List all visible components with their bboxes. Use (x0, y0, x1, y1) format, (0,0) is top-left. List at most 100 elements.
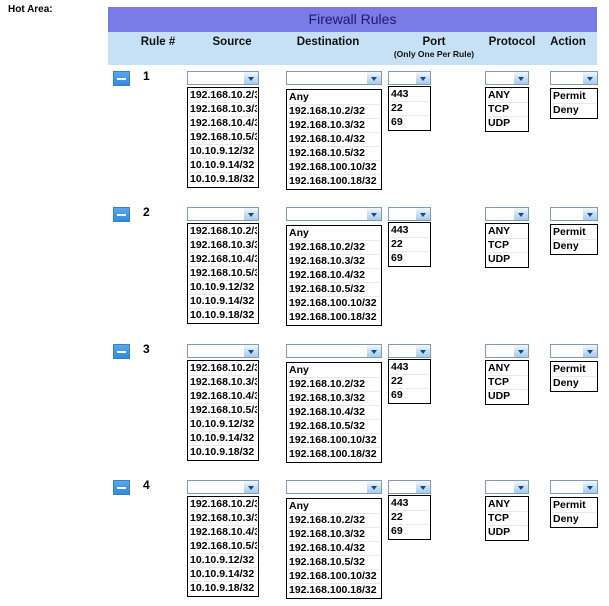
port-option[interactable]: 69 (390, 525, 429, 538)
destination-option[interactable]: 192.168.10.4/32 (288, 269, 380, 283)
destination-option[interactable]: 192.168.10.2/32 (288, 105, 380, 119)
destination-option[interactable]: 192.168.100.18/32 (288, 584, 380, 597)
source-option[interactable]: 192.168.10.3/32 (189, 512, 257, 526)
source-option[interactable]: 192.168.10.4/32 (189, 390, 257, 404)
action-option[interactable]: Permit (552, 499, 596, 513)
action-option[interactable]: Deny (552, 104, 596, 117)
destination-option[interactable]: 192.168.10.5/32 (288, 556, 380, 570)
protocol-option[interactable]: ANY (487, 498, 527, 512)
destination-option[interactable]: Any (288, 91, 380, 105)
chevron-down-icon[interactable] (415, 345, 430, 357)
destination-option[interactable]: 192.168.10.5/32 (288, 420, 380, 434)
port-option[interactable]: 443 (390, 497, 429, 511)
destination-option[interactable]: 192.168.10.4/32 (288, 406, 380, 420)
chevron-down-icon[interactable] (582, 208, 597, 220)
destination-option[interactable]: 192.168.10.5/32 (288, 283, 380, 297)
chevron-down-icon[interactable] (513, 72, 528, 84)
chevron-down-icon[interactable] (366, 72, 381, 84)
source-option[interactable]: 10.10.9.12/32 (189, 145, 257, 159)
source-option[interactable]: 10.10.9.18/32 (189, 446, 257, 459)
protocol-option[interactable]: UDP (487, 390, 527, 403)
destination-select[interactable] (286, 207, 382, 221)
chevron-down-icon[interactable] (415, 208, 430, 220)
source-option[interactable]: 10.10.9.14/32 (189, 432, 257, 446)
chevron-down-icon[interactable] (513, 345, 528, 357)
source-select[interactable] (187, 344, 259, 358)
port-select[interactable] (388, 480, 431, 494)
collapse-minus-icon[interactable] (113, 71, 130, 86)
destination-option[interactable]: 192.168.10.3/32 (288, 255, 380, 269)
chevron-down-icon[interactable] (582, 345, 597, 357)
chevron-down-icon[interactable] (243, 208, 258, 220)
port-option[interactable]: 443 (390, 88, 429, 102)
destination-option[interactable]: Any (288, 227, 380, 241)
source-option[interactable]: 192.168.10.5/32 (189, 131, 257, 145)
action-select[interactable] (550, 207, 598, 221)
protocol-select[interactable] (485, 344, 529, 358)
destination-option[interactable]: 192.168.100.10/32 (288, 570, 380, 584)
source-option[interactable]: 10.10.9.12/32 (189, 418, 257, 432)
port-select[interactable] (388, 207, 431, 221)
protocol-option[interactable]: ANY (487, 89, 527, 103)
destination-option[interactable]: 192.168.10.4/32 (288, 542, 380, 556)
source-select[interactable] (187, 207, 259, 221)
destination-select[interactable] (286, 480, 382, 494)
source-option[interactable]: 192.168.10.4/32 (189, 253, 257, 267)
destination-option[interactable]: 192.168.10.3/32 (288, 528, 380, 542)
destination-option[interactable]: 192.168.100.18/32 (288, 311, 380, 324)
action-option[interactable]: Permit (552, 90, 596, 104)
source-option[interactable]: 10.10.9.14/32 (189, 568, 257, 582)
collapse-minus-icon[interactable] (113, 480, 130, 495)
source-option[interactable]: 192.168.10.2/32 (189, 362, 257, 376)
destination-option[interactable]: 192.168.100.10/32 (288, 434, 380, 448)
source-option[interactable]: 10.10.9.18/32 (189, 309, 257, 322)
source-option[interactable]: 10.10.9.18/32 (189, 173, 257, 186)
destination-select[interactable] (286, 71, 382, 85)
source-option[interactable]: 10.10.9.18/32 (189, 582, 257, 595)
protocol-select[interactable] (485, 71, 529, 85)
destination-option[interactable]: Any (288, 364, 380, 378)
port-option[interactable]: 69 (390, 116, 429, 129)
source-option[interactable]: 192.168.10.5/32 (189, 404, 257, 418)
port-option[interactable]: 22 (390, 511, 429, 525)
chevron-down-icon[interactable] (243, 345, 258, 357)
chevron-down-icon[interactable] (415, 481, 430, 493)
destination-option[interactable]: 192.168.10.5/32 (288, 147, 380, 161)
source-option[interactable]: 192.168.10.5/32 (189, 267, 257, 281)
source-option[interactable]: 192.168.10.2/32 (189, 89, 257, 103)
source-option[interactable]: 192.168.10.4/32 (189, 526, 257, 540)
source-option[interactable]: 192.168.10.2/32 (189, 225, 257, 239)
source-option[interactable]: 192.168.10.3/32 (189, 376, 257, 390)
port-option[interactable]: 443 (390, 224, 429, 238)
action-option[interactable]: Deny (552, 513, 596, 526)
chevron-down-icon[interactable] (513, 208, 528, 220)
action-option[interactable]: Deny (552, 240, 596, 253)
collapse-minus-icon[interactable] (113, 207, 130, 222)
chevron-down-icon[interactable] (243, 481, 258, 493)
destination-option[interactable]: 192.168.100.18/32 (288, 448, 380, 461)
chevron-down-icon[interactable] (582, 72, 597, 84)
port-select[interactable] (388, 344, 431, 358)
protocol-option[interactable]: UDP (487, 526, 527, 539)
destination-option[interactable]: Any (288, 500, 380, 514)
protocol-select[interactable] (485, 207, 529, 221)
collapse-minus-icon[interactable] (113, 344, 130, 359)
chevron-down-icon[interactable] (366, 481, 381, 493)
action-select[interactable] (550, 71, 598, 85)
source-option[interactable]: 192.168.10.3/32 (189, 239, 257, 253)
protocol-option[interactable]: UDP (487, 117, 527, 130)
action-option[interactable]: Permit (552, 363, 596, 377)
protocol-option[interactable]: TCP (487, 512, 527, 526)
source-option[interactable]: 192.168.10.5/32 (189, 540, 257, 554)
chevron-down-icon[interactable] (415, 72, 430, 84)
destination-option[interactable]: 192.168.10.2/32 (288, 378, 380, 392)
action-option[interactable]: Permit (552, 226, 596, 240)
port-option[interactable]: 22 (390, 238, 429, 252)
port-option[interactable]: 443 (390, 361, 429, 375)
chevron-down-icon[interactable] (366, 208, 381, 220)
chevron-down-icon[interactable] (582, 481, 597, 493)
protocol-option[interactable]: TCP (487, 376, 527, 390)
chevron-down-icon[interactable] (366, 345, 381, 357)
destination-option[interactable]: 192.168.10.2/32 (288, 514, 380, 528)
port-option[interactable]: 69 (390, 252, 429, 265)
